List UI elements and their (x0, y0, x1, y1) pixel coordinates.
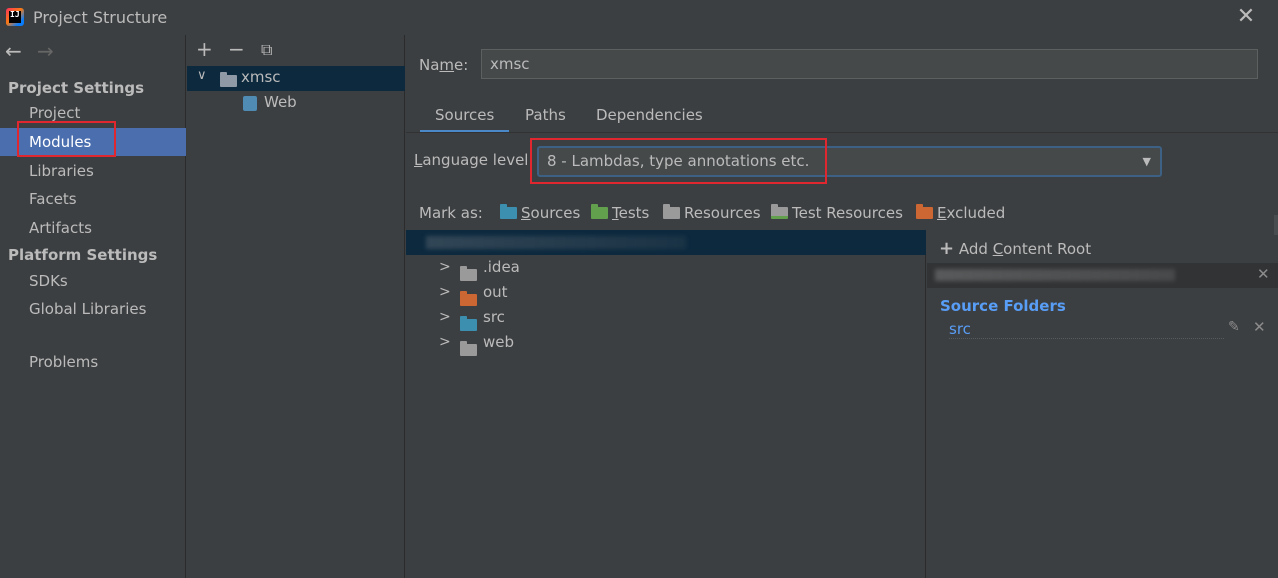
mark-as-sources-button[interactable]: Sources (500, 202, 580, 224)
source-folder-src[interactable]: src (949, 320, 1224, 339)
tree-item-out[interactable]: > out (406, 280, 926, 306)
remove-icon[interactable]: − (228, 39, 245, 59)
mark-as-excluded-button[interactable]: Excluded (916, 202, 1005, 224)
tree-item-xmsc[interactable]: ∨ xmsc (187, 66, 405, 91)
module-settings-panel: Name: Sources Paths Dependencies Languag… (406, 35, 1278, 578)
chevron-right-icon[interactable]: > (439, 255, 451, 280)
resources-folder-icon (663, 204, 680, 219)
tree-item-label: Web (264, 93, 297, 111)
annotation-highlight-box (530, 138, 827, 184)
module-folder-icon (220, 72, 241, 90)
sidebar-item-problems[interactable]: Problems (0, 348, 186, 376)
content-root-header: ✕ (927, 263, 1278, 288)
chevron-down-icon[interactable]: ∨ (197, 68, 207, 83)
title-bar: IJ Project Structure ✕ (0, 0, 1278, 35)
sidebar-item-facets[interactable]: Facets (0, 185, 186, 213)
tabs-divider (406, 132, 1278, 133)
pencil-icon[interactable]: ✎ (1228, 319, 1240, 335)
tab-dependencies[interactable]: Dependencies (581, 97, 718, 133)
chevron-right-icon[interactable]: > (439, 305, 451, 330)
add-content-root-button[interactable]: + Add Content Root (939, 238, 1091, 259)
dropdown-arrow-icon[interactable]: ▼ (1143, 148, 1151, 175)
blurred-path (935, 269, 1175, 281)
chevron-right-icon[interactable]: > (439, 280, 451, 305)
module-name-input[interactable] (481, 49, 1258, 79)
platform-settings-header: Platform Settings (8, 246, 158, 264)
tree-item-label: web (483, 333, 515, 351)
sidebar-item-artifacts[interactable]: Artifacts (0, 214, 186, 242)
tree-item-src[interactable]: > src (406, 305, 926, 331)
module-tree-panel: + − ⧉ ∨ xmsc Web (187, 35, 405, 578)
test-resources-folder-icon (771, 204, 788, 219)
mark-as-tests-button[interactable]: Tests (591, 202, 649, 224)
intellij-logo-icon: IJ (6, 8, 24, 26)
tree-item-web[interactable]: > web (406, 330, 926, 356)
excluded-folder-icon (916, 204, 933, 219)
sidebar-item-global-libraries[interactable]: Global Libraries (0, 295, 186, 323)
language-level-label: Language level: (414, 151, 534, 169)
tree-item-label: .idea (483, 258, 520, 276)
tests-folder-icon (591, 204, 608, 219)
sidebar-item-libraries[interactable]: Libraries (0, 157, 186, 185)
content-root-file-tree: > .idea > out > src > web (406, 230, 926, 578)
tree-item-web[interactable]: Web (187, 91, 405, 116)
mark-as-label: Mark as: (419, 204, 483, 222)
forward-arrow-icon[interactable]: → (37, 41, 54, 61)
tree-item-label: xmsc (241, 68, 281, 86)
sources-folder-icon (500, 204, 517, 219)
web-facet-icon (243, 96, 257, 111)
back-arrow-icon[interactable]: ← (5, 41, 22, 61)
tree-item-label: out (483, 283, 508, 301)
name-label: Name: (419, 56, 469, 74)
add-icon[interactable]: + (196, 39, 213, 59)
window-title: Project Structure (33, 8, 168, 27)
tree-item-content-root[interactable] (406, 230, 926, 255)
copy-icon[interactable]: ⧉ (261, 40, 272, 60)
plus-icon: + (939, 238, 955, 259)
tab-sources[interactable]: Sources (420, 97, 510, 133)
mark-as-test-resources-button[interactable]: Test Resources (771, 202, 903, 224)
tree-item-label: src (483, 308, 505, 326)
blurred-path (426, 236, 686, 249)
scrollbar[interactable] (1274, 215, 1278, 235)
folder-icon (460, 338, 481, 363)
mark-as-resources-button[interactable]: Resources (663, 202, 761, 224)
tab-paths[interactable]: Paths (510, 97, 581, 133)
settings-sidebar: ← → Project Settings Project Modules Lib… (0, 35, 186, 578)
sidebar-item-sdks[interactable]: SDKs (0, 267, 186, 295)
source-folders-title: Source Folders (940, 297, 1066, 315)
remove-content-root-icon[interactable]: ✕ (1257, 265, 1270, 283)
annotation-highlight-box (17, 121, 116, 157)
tree-item-idea[interactable]: > .idea (406, 255, 926, 281)
chevron-right-icon[interactable]: > (439, 330, 451, 355)
close-icon[interactable]: ✕ (1235, 6, 1257, 28)
project-settings-header: Project Settings (8, 79, 145, 97)
content-root-panel: + Add Content Root ✕ Source Folders src … (927, 230, 1278, 578)
close-icon[interactable]: ✕ (1253, 318, 1266, 336)
